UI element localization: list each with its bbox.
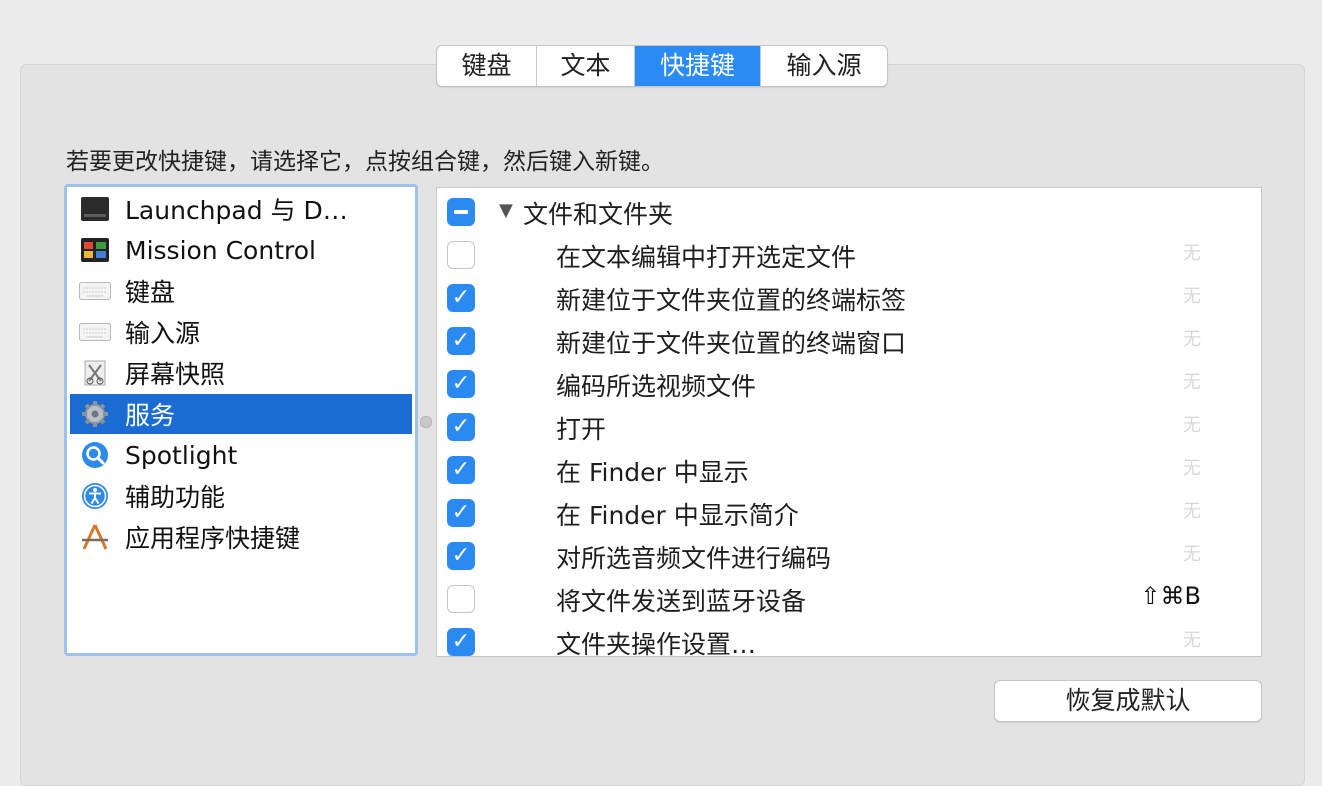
- shortcut-value[interactable]: 无: [1183, 411, 1201, 437]
- category-label: 辅助功能: [125, 483, 226, 512]
- spotlight-icon: [79, 441, 111, 469]
- service-row[interactable]: ✓ 对所选音频文件进行编码 无: [437, 534, 1261, 577]
- category-item-screenshots[interactable]: 屏幕快照: [70, 353, 412, 393]
- service-checkbox[interactable]: ✓: [447, 499, 475, 527]
- service-checkbox[interactable]: ✓: [447, 370, 475, 398]
- category-label: 屏幕快照: [125, 360, 226, 389]
- tab-text[interactable]: 文本: [537, 46, 635, 86]
- category-item-app-shortcuts[interactable]: 应用程序快捷键: [70, 517, 412, 557]
- service-checkbox[interactable]: ✓: [447, 413, 475, 441]
- service-row[interactable]: ✓ 打开 无: [437, 405, 1261, 448]
- service-label: 在文本编辑中打开选定文件: [556, 243, 857, 272]
- category-item-input-sources[interactable]: 输入源: [70, 312, 412, 352]
- service-label: 对所选音频文件进行编码: [556, 544, 832, 573]
- app-shortcuts-icon: [79, 523, 111, 551]
- shortcut-value[interactable]: 无: [1183, 368, 1201, 394]
- shortcut-value[interactable]: 无: [1183, 239, 1201, 265]
- service-label: 新建位于文件夹位置的终端窗口: [556, 329, 907, 358]
- category-item-spotlight[interactable]: Spotlight: [70, 435, 412, 475]
- service-checkbox[interactable]: ✓: [447, 456, 475, 484]
- service-row[interactable]: ✓ 在 Finder 中显示 无: [437, 448, 1261, 491]
- service-row[interactable]: ✓ 文件夹操作设置… 无: [437, 620, 1261, 657]
- service-label: 打开: [556, 415, 607, 444]
- disclosure-triangle-icon[interactable]: ▼: [499, 200, 513, 221]
- tab-keyboard[interactable]: 键盘: [437, 46, 537, 86]
- shortcut-value[interactable]: 无: [1183, 626, 1201, 652]
- category-label: Launchpad 与 D…: [125, 196, 348, 225]
- tab-input-sources[interactable]: 输入源: [761, 46, 887, 86]
- category-item-accessibility[interactable]: 辅助功能: [70, 476, 412, 516]
- category-item-launchpad[interactable]: Launchpad 与 D…: [70, 189, 412, 229]
- service-row[interactable]: 在文本编辑中打开选定文件 无: [437, 233, 1261, 276]
- launchpad-icon: [79, 195, 111, 223]
- service-checkbox[interactable]: ✓: [447, 284, 475, 312]
- service-label: 编码所选视频文件: [556, 372, 757, 401]
- accessibility-icon: [79, 482, 111, 510]
- service-row[interactable]: ✓ 编码所选视频文件 无: [437, 362, 1261, 405]
- service-row[interactable]: ✓ 新建位于文件夹位置的终端窗口 无: [437, 319, 1261, 362]
- service-label: 在 Finder 中显示: [556, 458, 749, 487]
- keyboard-icon: [79, 318, 111, 346]
- mission-control-icon: [79, 236, 111, 264]
- shortcut-value[interactable]: ⇧⌘B: [1140, 582, 1201, 610]
- restore-defaults-button[interactable]: 恢复成默认: [994, 680, 1262, 722]
- shortcut-value[interactable]: 无: [1183, 497, 1201, 523]
- service-row[interactable]: 将文件发送到蓝牙设备 ⇧⌘B: [437, 577, 1261, 620]
- service-checkbox[interactable]: [447, 585, 475, 613]
- category-item-services[interactable]: 服务: [70, 394, 412, 434]
- instruction-text: 若要更改快捷键，请选择它，点按组合键，然后键入新键。: [66, 149, 664, 175]
- service-row[interactable]: ✓ 在 Finder 中显示简介 无: [437, 491, 1261, 534]
- service-checkbox[interactable]: [447, 241, 475, 269]
- service-row[interactable]: ✓ 新建位于文件夹位置的终端标签 无: [437, 276, 1261, 319]
- shortcut-value[interactable]: 无: [1183, 540, 1201, 566]
- services-list[interactable]: ▼ 文件和文件夹 在文本编辑中打开选定文件 无 ✓ 新建位于文件夹位置的终端标签…: [436, 187, 1262, 657]
- group-checkbox[interactable]: [447, 198, 475, 226]
- category-label: 应用程序快捷键: [125, 524, 301, 553]
- screenshot-icon: [79, 359, 111, 387]
- group-row-files-and-folders[interactable]: ▼ 文件和文件夹: [437, 190, 1261, 233]
- category-label: 输入源: [125, 319, 201, 348]
- keyboard-icon: [79, 277, 111, 305]
- service-checkbox[interactable]: ✓: [447, 542, 475, 570]
- service-label: 新建位于文件夹位置的终端标签: [556, 286, 907, 315]
- category-item-mission-control[interactable]: Mission Control: [70, 230, 412, 270]
- category-list[interactable]: Launchpad 与 D… Mission Control 键盘 输入源 屏幕…: [64, 184, 418, 656]
- category-label: Spotlight: [125, 440, 238, 470]
- category-label: 服务: [125, 401, 176, 430]
- service-label: 在 Finder 中显示简介: [556, 501, 799, 530]
- tab-shortcuts[interactable]: 快捷键: [635, 46, 761, 86]
- tab-bar: 键盘 文本 快捷键 输入源: [436, 45, 888, 87]
- service-label: 将文件发送到蓝牙设备: [556, 587, 807, 616]
- category-item-keyboard[interactable]: 键盘: [70, 271, 412, 311]
- category-label: 键盘: [125, 278, 176, 307]
- gear-icon: [79, 400, 111, 428]
- split-view-handle[interactable]: [420, 416, 432, 428]
- shortcut-value[interactable]: 无: [1183, 454, 1201, 480]
- group-label: 文件和文件夹: [523, 200, 674, 229]
- service-checkbox[interactable]: ✓: [447, 628, 475, 656]
- shortcut-value[interactable]: 无: [1183, 282, 1201, 308]
- shortcut-value[interactable]: 无: [1183, 325, 1201, 351]
- service-label: 文件夹操作设置…: [556, 630, 757, 657]
- category-label: Mission Control: [125, 235, 316, 265]
- service-checkbox[interactable]: ✓: [447, 327, 475, 355]
